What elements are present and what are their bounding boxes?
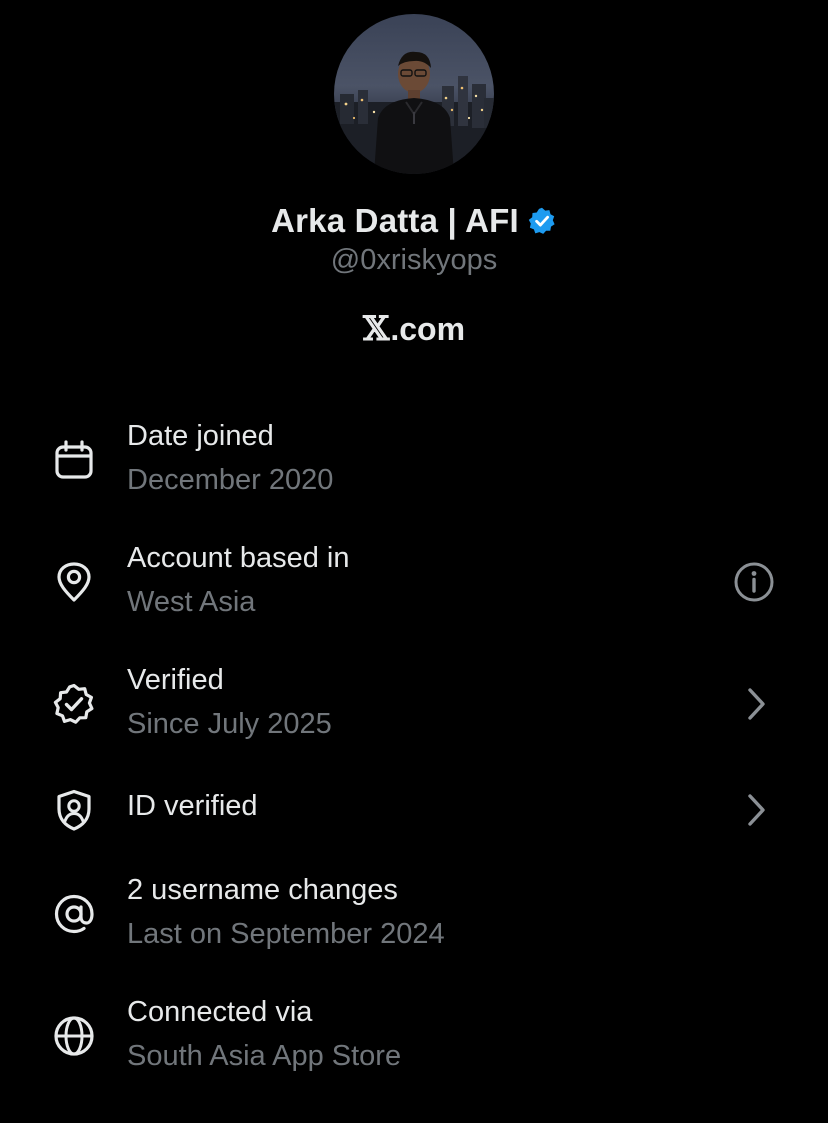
avatar[interactable] bbox=[334, 14, 494, 174]
location-pin-icon bbox=[52, 560, 96, 604]
list-item-subtitle: West Asia bbox=[127, 586, 256, 618]
handle: @0xriskyops bbox=[330, 244, 498, 276]
verified-badge-icon bbox=[52, 682, 96, 726]
info-icon[interactable] bbox=[732, 560, 776, 604]
chevron-right-icon[interactable] bbox=[734, 788, 778, 832]
list-item-subtitle: South Asia App Store bbox=[127, 1040, 402, 1072]
at-sign-icon bbox=[52, 892, 96, 936]
list-item-verified[interactable]: Verified Since July 2025 bbox=[0, 662, 828, 752]
globe-icon bbox=[52, 1014, 96, 1058]
chevron-right-icon[interactable] bbox=[734, 682, 778, 726]
shield-user-icon bbox=[52, 788, 96, 832]
list-item-title: ID verified bbox=[127, 790, 258, 822]
list-item-account-based-in: Account based in West Asia bbox=[0, 540, 828, 630]
list-item-id-verified[interactable]: ID verified bbox=[0, 784, 828, 840]
display-name: Arka Datta | AFI bbox=[271, 202, 519, 239]
list-item-title: 2 username changes bbox=[127, 874, 398, 906]
x-logo-glyph: 𝕏 bbox=[362, 309, 390, 349]
site-link[interactable]: 𝕏 .com bbox=[0, 306, 828, 352]
list-item-title: Connected via bbox=[127, 996, 313, 1028]
list-item-connected-via: Connected via South Asia App Store bbox=[0, 994, 828, 1084]
list-item-subtitle: Last on September 2024 bbox=[127, 918, 445, 950]
verified-badge-icon[interactable] bbox=[527, 206, 557, 236]
list-item-subtitle: December 2020 bbox=[127, 464, 334, 496]
list-item-username-changes: 2 username changes Last on September 202… bbox=[0, 872, 828, 962]
list-item-date-joined: Date joined December 2020 bbox=[0, 418, 828, 508]
site-suffix: .com bbox=[390, 310, 466, 347]
calendar-icon bbox=[52, 438, 96, 482]
list-item-subtitle: Since July 2025 bbox=[127, 708, 332, 740]
avatar-photo bbox=[334, 14, 494, 174]
name-row: Arka Datta | AFI bbox=[0, 198, 828, 244]
list-item-title: Account based in bbox=[127, 542, 350, 574]
list-item-title: Date joined bbox=[127, 420, 274, 452]
list-item-title: Verified bbox=[127, 664, 224, 696]
